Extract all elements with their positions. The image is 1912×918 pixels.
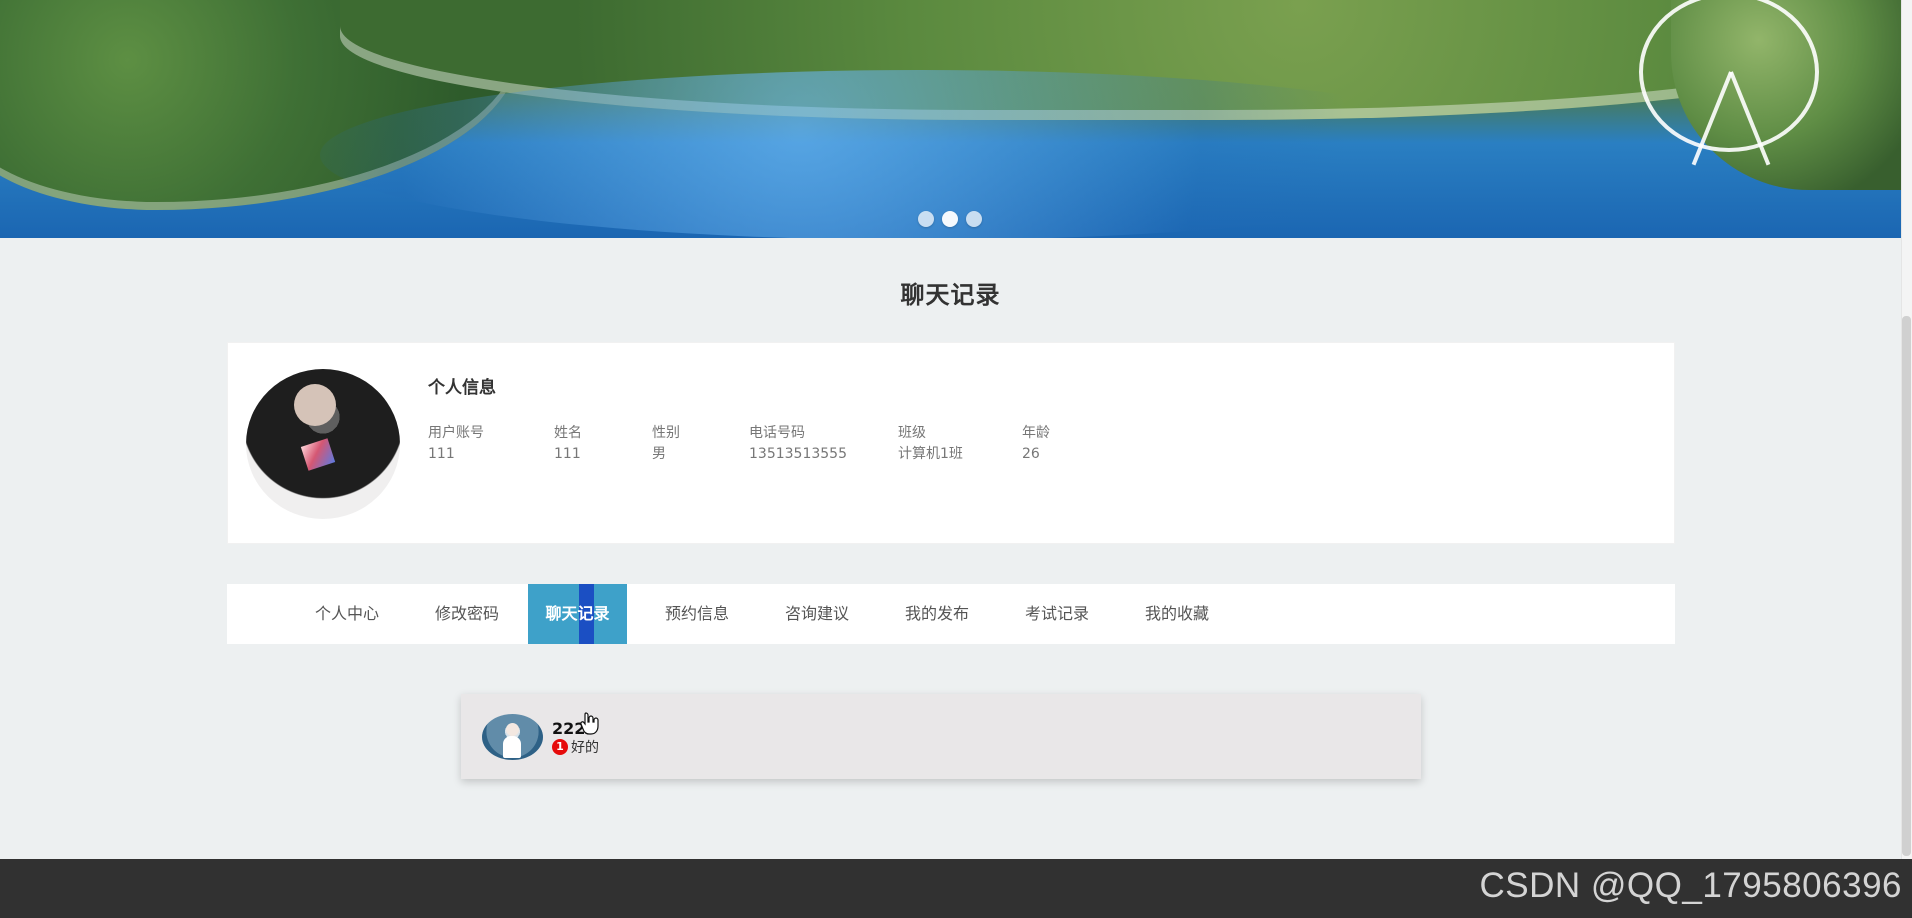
user-center-tabs: 个人中心 修改密码 聊天记录 预约信息 咨询建议 我的发布 考试记录 我的收藏 bbox=[227, 584, 1675, 644]
profile-card: 个人信息 用户账号 111 姓名 111 性别 男 电话号码 135135135… bbox=[227, 342, 1675, 544]
carousel-dots bbox=[918, 211, 982, 227]
unread-count-badge: 1 bbox=[552, 739, 568, 755]
tab-label: 考试记录 bbox=[1025, 604, 1090, 623]
tab-label: 咨询建议 bbox=[785, 604, 850, 623]
page-title: 聊天记录 bbox=[900, 281, 1001, 309]
profile-field-value: 13513513555 bbox=[749, 446, 847, 462]
profile-field-label: 性别 bbox=[652, 425, 680, 441]
tab-label: 聊天记录 bbox=[545, 604, 610, 623]
tab-label: 我的发布 bbox=[905, 604, 970, 623]
tab-appointment-info[interactable]: 预约信息 bbox=[665, 584, 729, 644]
profile-field-value: 111 bbox=[428, 446, 455, 462]
profile-field-label: 用户账号 bbox=[428, 425, 484, 441]
scrollbar-thumb[interactable] bbox=[1902, 316, 1911, 856]
profile-field-label: 班级 bbox=[898, 425, 926, 441]
banner-carousel[interactable] bbox=[0, 0, 1901, 238]
profile-field-value: 26 bbox=[1022, 446, 1040, 462]
tab-change-password[interactable]: 修改密码 bbox=[435, 584, 499, 644]
footer: CSDN @QQ_1795806396 bbox=[0, 859, 1912, 918]
profile-field-phone: 电话号码 13513513555 bbox=[749, 423, 847, 464]
profile-field-label: 电话号码 bbox=[749, 425, 805, 441]
tab-label: 个人中心 bbox=[315, 604, 380, 623]
page-root: 聊天记录 个人信息 用户账号 111 姓名 111 性别 男 电话号码 1351… bbox=[0, 0, 1912, 918]
profile-field-label: 姓名 bbox=[554, 425, 582, 441]
profile-field-value: 计算机1班 bbox=[898, 446, 963, 462]
carousel-dot-2[interactable] bbox=[942, 211, 958, 227]
chat-last-message[interactable]: 1 好的 bbox=[552, 737, 599, 757]
tab-exam-records[interactable]: 考试记录 bbox=[1025, 584, 1089, 644]
profile-field-gender: 性别 男 bbox=[652, 423, 680, 464]
chat-message-preview: 好的 bbox=[571, 740, 599, 756]
profile-heading: 个人信息 bbox=[428, 378, 496, 398]
profile-field-age: 年龄 26 bbox=[1022, 423, 1050, 464]
carousel-dot-1[interactable] bbox=[918, 211, 934, 227]
profile-field-class: 班级 计算机1班 bbox=[898, 423, 963, 464]
chat-conversation-item[interactable]: 222 1 好的 bbox=[461, 694, 1421, 779]
carousel-dot-3[interactable] bbox=[966, 211, 982, 227]
csdn-watermark: CSDN @QQ_1795806396 bbox=[1479, 866, 1902, 905]
profile-avatar bbox=[246, 369, 400, 519]
profile-field-label: 年龄 bbox=[1022, 425, 1050, 441]
profile-field-name: 姓名 111 bbox=[554, 423, 582, 464]
tab-label: 预约信息 bbox=[665, 604, 730, 623]
profile-field-account: 用户账号 111 bbox=[428, 423, 484, 464]
tab-label: 我的收藏 bbox=[1145, 604, 1210, 623]
hand-cursor-icon bbox=[580, 712, 599, 735]
tab-my-favorites[interactable]: 我的收藏 bbox=[1145, 584, 1209, 644]
tab-my-posts[interactable]: 我的发布 bbox=[905, 584, 969, 644]
profile-field-value: 男 bbox=[652, 446, 666, 462]
profile-field-value: 111 bbox=[554, 446, 581, 462]
page-scrollbar[interactable] bbox=[1901, 0, 1912, 918]
tab-chat-history[interactable]: 聊天记录 bbox=[528, 584, 627, 644]
chat-avatar[interactable] bbox=[482, 714, 543, 760]
tab-label: 修改密码 bbox=[435, 604, 500, 623]
tab-personal-center[interactable]: 个人中心 bbox=[315, 584, 379, 644]
tab-consultation[interactable]: 咨询建议 bbox=[785, 584, 849, 644]
